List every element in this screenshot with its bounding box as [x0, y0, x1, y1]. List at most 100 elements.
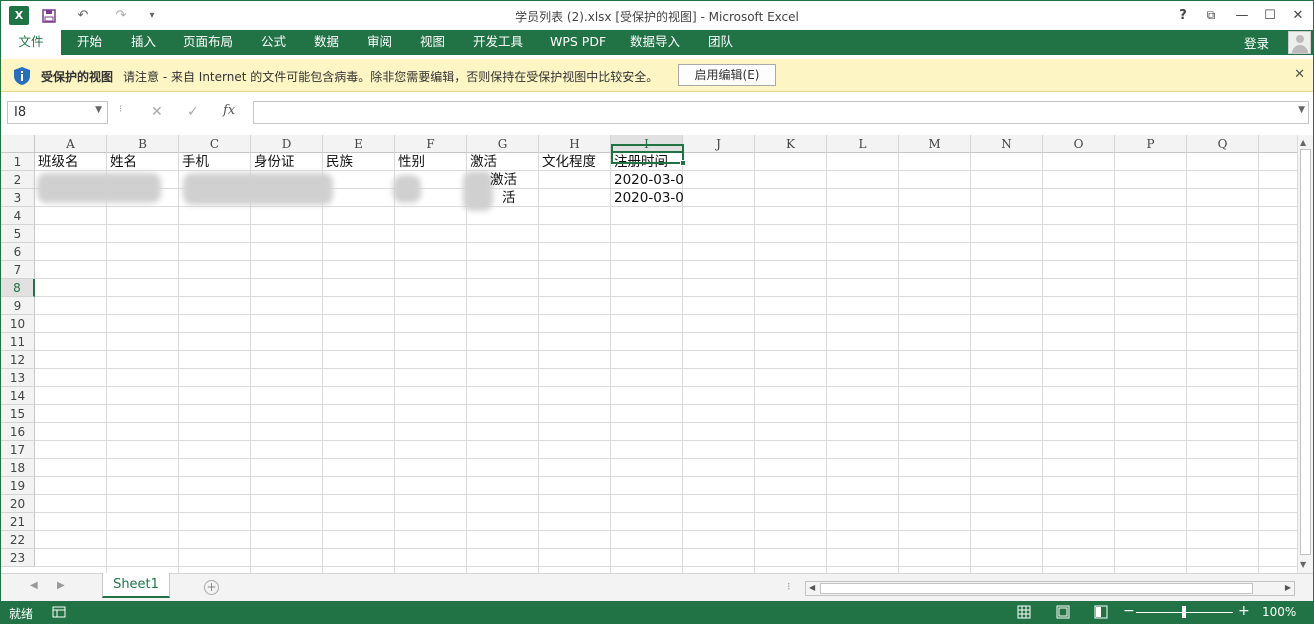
- expand-formula-icon[interactable]: ▼: [1298, 105, 1305, 115]
- column-header-g[interactable]: G: [467, 135, 539, 153]
- row-header[interactable]: 1: [1, 153, 35, 171]
- vertical-scroll-thumb[interactable]: [1300, 149, 1311, 555]
- tab-review[interactable]: 审阅: [357, 30, 402, 55]
- active-cell-i8[interactable]: [611, 144, 684, 164]
- column-header-o[interactable]: O: [1043, 135, 1115, 153]
- previous-sheet-icon[interactable]: ◀: [30, 580, 38, 591]
- enable-editing-button[interactable]: 启用编辑(E): [678, 64, 776, 86]
- tab-file[interactable]: 文件: [1, 30, 61, 55]
- row-header[interactable]: 4: [1, 207, 35, 225]
- tab-data[interactable]: 数据: [304, 30, 349, 55]
- tab-home[interactable]: 开始: [67, 30, 112, 55]
- formula-input[interactable]: ▼: [253, 101, 1309, 124]
- chevron-down-icon[interactable]: ▼: [95, 105, 102, 115]
- close-icon[interactable]: ✕: [1294, 67, 1305, 82]
- split-handle-icon[interactable]: ⁝: [787, 580, 791, 593]
- fill-handle[interactable]: [680, 160, 686, 166]
- more-options-icon[interactable]: ⁝: [119, 104, 122, 115]
- horizontal-scrollbar[interactable]: ◀ ▶: [805, 581, 1295, 596]
- row-header[interactable]: 22: [1, 531, 35, 549]
- scroll-up-icon[interactable]: ▲: [1300, 138, 1306, 147]
- column-header-f[interactable]: F: [395, 135, 467, 153]
- help-button[interactable]: ?: [1170, 5, 1196, 25]
- row-header[interactable]: 20: [1, 495, 35, 513]
- cell-f1[interactable]: 性别: [395, 153, 467, 171]
- row-header[interactable]: 23: [1, 549, 35, 567]
- column-header-l[interactable]: L: [827, 135, 899, 153]
- zoom-in-button[interactable]: +: [1238, 603, 1250, 619]
- tab-wps-pdf[interactable]: WPS PDF: [540, 30, 616, 55]
- name-box[interactable]: I8 ▼: [7, 101, 108, 124]
- row-header[interactable]: 13: [1, 369, 35, 387]
- column-header-e[interactable]: E: [323, 135, 395, 153]
- insert-function-icon[interactable]: fx: [223, 103, 235, 118]
- row-header[interactable]: 18: [1, 459, 35, 477]
- tab-developer[interactable]: 开发工具: [463, 30, 533, 55]
- column-header-a[interactable]: A: [35, 135, 107, 153]
- cell-area[interactable]: [35, 153, 1297, 573]
- next-sheet-icon[interactable]: ▶: [57, 580, 65, 591]
- cell-h1[interactable]: 文化程度: [539, 153, 611, 171]
- row-header[interactable]: 3: [1, 189, 35, 207]
- row-header[interactable]: 6: [1, 243, 35, 261]
- column-header-d[interactable]: D: [251, 135, 323, 153]
- column-header-b[interactable]: B: [107, 135, 179, 153]
- cell-c1[interactable]: 手机: [179, 153, 251, 171]
- minimize-button[interactable]: —: [1229, 5, 1255, 25]
- normal-view-icon[interactable]: [1016, 604, 1032, 620]
- row-header[interactable]: 11: [1, 333, 35, 351]
- row-header[interactable]: 9: [1, 297, 35, 315]
- cell-g2[interactable]: 激活: [487, 171, 539, 189]
- scroll-left-icon[interactable]: ◀: [809, 583, 815, 592]
- row-header[interactable]: 14: [1, 387, 35, 405]
- tab-view[interactable]: 视图: [410, 30, 455, 55]
- row-header[interactable]: 10: [1, 315, 35, 333]
- column-header-r[interactable]: [1259, 135, 1297, 153]
- cell-g1[interactable]: 激活: [467, 153, 539, 171]
- enter-icon[interactable]: ✓: [187, 104, 199, 120]
- horizontal-scroll-thumb[interactable]: [820, 583, 1253, 594]
- column-header-k[interactable]: K: [755, 135, 827, 153]
- page-layout-view-icon[interactable]: [1055, 604, 1071, 620]
- avatar[interactable]: [1288, 31, 1311, 54]
- cell-i3[interactable]: 2020-03-06: [611, 189, 683, 207]
- cancel-icon[interactable]: ✕: [151, 104, 163, 120]
- row-header[interactable]: 19: [1, 477, 35, 495]
- row-header[interactable]: 17: [1, 441, 35, 459]
- page-break-view-icon[interactable]: [1093, 604, 1109, 620]
- vertical-scrollbar[interactable]: ▲ ▼: [1297, 135, 1313, 573]
- sheet-tab-sheet1[interactable]: Sheet1: [102, 573, 170, 598]
- tab-data-import[interactable]: 数据导入: [620, 30, 690, 55]
- column-header-m[interactable]: M: [899, 135, 971, 153]
- cell-i2[interactable]: 2020-03-04: [611, 171, 683, 189]
- zoom-level[interactable]: 100%: [1262, 605, 1296, 619]
- scroll-down-icon[interactable]: ▼: [1300, 560, 1306, 569]
- cell-b1[interactable]: 姓名: [107, 153, 179, 171]
- select-all-corner[interactable]: [1, 135, 35, 153]
- column-header-c[interactable]: C: [179, 135, 251, 153]
- row-header[interactable]: 5: [1, 225, 35, 243]
- column-header-h[interactable]: H: [539, 135, 611, 153]
- row-header[interactable]: 21: [1, 513, 35, 531]
- zoom-out-button[interactable]: −: [1123, 603, 1135, 619]
- cell-g3[interactable]: 活: [499, 189, 539, 207]
- column-header-p[interactable]: P: [1115, 135, 1187, 153]
- cell-a1[interactable]: 班级名: [35, 153, 107, 171]
- macro-record-icon[interactable]: [51, 604, 67, 620]
- column-header-n[interactable]: N: [971, 135, 1043, 153]
- column-header-q[interactable]: Q: [1187, 135, 1259, 153]
- zoom-slider-handle[interactable]: [1182, 606, 1186, 618]
- row-header[interactable]: 2: [1, 171, 35, 189]
- tab-insert[interactable]: 插入: [121, 30, 166, 55]
- tab-team[interactable]: 团队: [698, 30, 743, 55]
- ribbon-display-button[interactable]: ⧉: [1198, 5, 1224, 25]
- scroll-right-icon[interactable]: ▶: [1285, 583, 1291, 592]
- close-button[interactable]: ✕: [1285, 5, 1311, 25]
- column-header-j[interactable]: J: [683, 135, 755, 153]
- add-sheet-icon[interactable]: +: [204, 580, 219, 595]
- tab-page-layout[interactable]: 页面布局: [173, 30, 243, 55]
- row-header[interactable]: 12: [1, 351, 35, 369]
- row-header[interactable]: 8: [1, 279, 35, 297]
- worksheet-grid[interactable]: A B C D E F G H I J K L M N O P Q 1 2 3 …: [1, 135, 1297, 573]
- row-header[interactable]: 16: [1, 423, 35, 441]
